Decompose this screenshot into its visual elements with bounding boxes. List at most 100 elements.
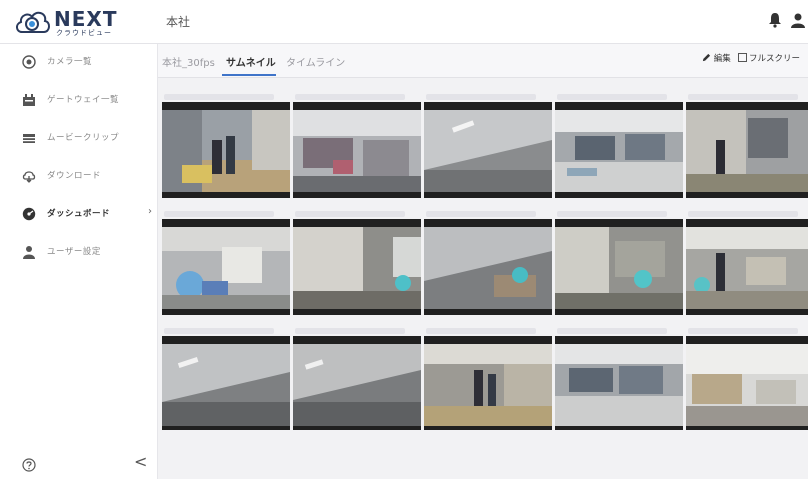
camera-feed (293, 102, 421, 198)
camera-tile[interactable] (551, 90, 683, 202)
sidebar-item-label: ダウンロード (47, 171, 102, 181)
camera-thumbnail (424, 110, 552, 192)
movie-icon (23, 134, 35, 143)
user-icon[interactable] (790, 12, 806, 28)
camera-tile[interactable] (158, 324, 290, 430)
camera-tile[interactable] (420, 324, 552, 430)
camera-grid (158, 90, 808, 430)
camera-thumbnail (293, 227, 421, 309)
camera-thumbnail (555, 344, 683, 426)
camera-feed (555, 219, 683, 315)
sidebar-item-label: ゲートウェイ一覧 (47, 95, 120, 105)
camera-caption (688, 211, 798, 217)
camera-feed (162, 219, 290, 315)
camera-tile[interactable] (158, 90, 290, 202)
camera-feed (555, 102, 683, 198)
camera-feed (293, 219, 421, 315)
brand-subtitle: クラウドビュー (56, 29, 112, 37)
camera-thumbnail (686, 344, 808, 426)
camera-feed (293, 336, 421, 430)
camera-caption (164, 211, 274, 217)
user-icon (23, 246, 35, 259)
camera-thumbnail (162, 110, 290, 192)
camera-feed (686, 102, 808, 198)
camera-caption (426, 211, 536, 217)
camera-caption (688, 328, 798, 334)
dashboard-icon (22, 207, 36, 221)
camera-tile[interactable] (682, 207, 808, 319)
sidebar-item-gateway-list[interactable]: ゲートウェイ一覧 (0, 82, 158, 118)
camera-thumbnail (162, 344, 290, 426)
tab-thumbnail[interactable]: サムネイル (226, 54, 276, 69)
camera-caption (164, 94, 274, 100)
help-icon[interactable] (22, 458, 36, 472)
camera-tile[interactable] (289, 207, 421, 319)
camera-feed (424, 102, 552, 198)
sidebar-item-label: ムービークリップ (47, 133, 120, 143)
top-actions (768, 12, 808, 32)
camera-caption (688, 94, 798, 100)
sidebar-item-dashboard[interactable]: ダッシュボード › (0, 196, 158, 232)
camera-thumbnail (555, 227, 683, 309)
tab-timeline[interactable]: タイムライン (286, 54, 345, 69)
camera-thumbnail (555, 110, 683, 192)
logo[interactable]: NEXT クラウドビュー (14, 6, 134, 38)
page-title: 本社 (166, 15, 191, 29)
cloud-logo-icon (16, 11, 50, 33)
camera-tile[interactable] (551, 207, 683, 319)
camera-caption (295, 94, 405, 100)
camera-caption (164, 328, 274, 334)
camera-thumbnail (686, 227, 808, 309)
sidebar-item-label: カメラ一覧 (47, 57, 93, 67)
camera-caption (557, 328, 667, 334)
sidebar: カメラ一覧 ゲートウェイ一覧 ムービークリップ ダウンロード ダッシュボード ›… (0, 44, 158, 479)
camera-caption (426, 328, 536, 334)
fullscreen-label: フルスクリー (749, 54, 801, 64)
camera-icon (22, 55, 36, 69)
top-header: NEXT クラウドビュー 本社 (0, 0, 808, 44)
camera-tile[interactable] (420, 207, 552, 319)
camera-thumbnail (162, 227, 290, 309)
camera-feed (686, 336, 808, 430)
sidebar-item-label: ユーザー設定 (47, 247, 101, 257)
fullscreen-icon (738, 53, 747, 62)
sidebar-item-label: ダッシュボード (47, 209, 111, 219)
camera-tile[interactable] (551, 324, 683, 430)
camera-feed (424, 219, 552, 315)
camera-tile[interactable] (289, 324, 421, 430)
active-tab-indicator (222, 74, 276, 76)
camera-caption (426, 94, 536, 100)
tab-honsha-30fps[interactable]: 本社_30fps (162, 54, 215, 69)
camera-thumbnail (686, 110, 808, 192)
camera-tile[interactable] (289, 90, 421, 202)
camera-thumbnail (424, 227, 552, 309)
pencil-icon (702, 53, 711, 62)
chevron-right-icon: › (148, 206, 152, 217)
camera-feed (555, 336, 683, 430)
fullscreen-button[interactable]: フルスクリー (738, 52, 800, 64)
camera-tile[interactable] (158, 207, 290, 319)
collapse-sidebar-button[interactable]: < (134, 452, 147, 471)
app-window: NEXT クラウドビュー 本社 カメラ一覧 ゲートウェイ一覧 ムービークリップ … (0, 0, 808, 479)
camera-caption (295, 211, 405, 217)
camera-thumbnail (293, 344, 421, 426)
camera-caption (557, 94, 667, 100)
camera-tile[interactable] (682, 324, 808, 430)
camera-feed (686, 219, 808, 315)
camera-caption (557, 211, 667, 217)
camera-feed (162, 102, 290, 198)
camera-thumbnail (293, 110, 421, 192)
camera-thumbnail (424, 344, 552, 426)
sidebar-item-movie-clip[interactable]: ムービークリップ (0, 120, 158, 156)
bell-icon[interactable] (768, 12, 782, 28)
sidebar-item-user-settings[interactable]: ユーザー設定 (0, 234, 158, 270)
camera-tile[interactable] (682, 90, 808, 202)
gateway-icon (23, 94, 35, 106)
sidebar-item-camera-list[interactable]: カメラ一覧 (0, 44, 158, 80)
download-icon (22, 171, 36, 183)
camera-caption (295, 328, 405, 334)
camera-tile[interactable] (420, 90, 552, 202)
sidebar-item-download[interactable]: ダウンロード (0, 158, 158, 194)
camera-feed (162, 336, 290, 430)
edit-button[interactable]: 編集 (702, 52, 731, 64)
